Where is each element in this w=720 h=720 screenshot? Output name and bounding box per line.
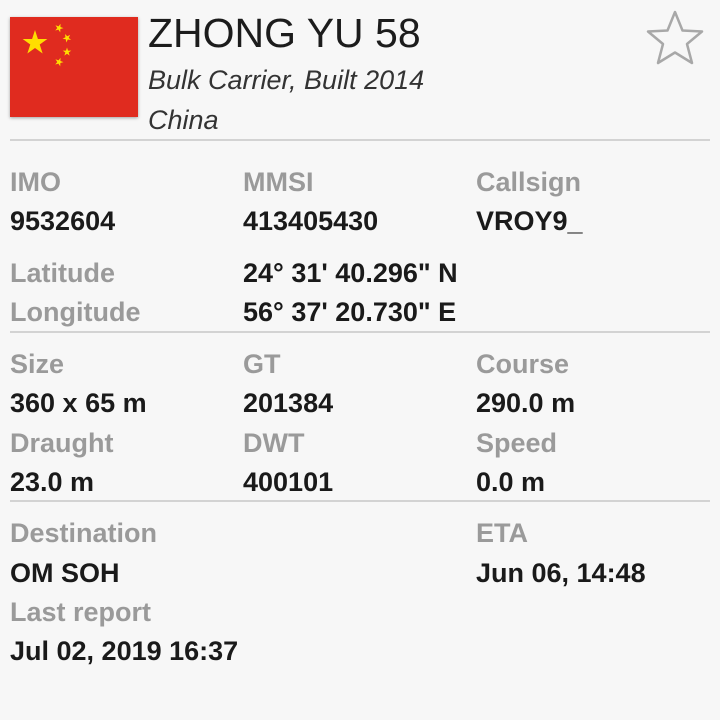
callsign-label: Callsign (476, 167, 582, 197)
imo-label: IMO (10, 167, 61, 197)
size-label: Size (10, 349, 65, 379)
divider (10, 331, 710, 333)
gt-value: 201384 (243, 388, 334, 418)
latitude-label: Latitude (10, 258, 115, 288)
divider (10, 139, 710, 141)
longitude-value: 56° 37' 20.730" E (243, 297, 457, 327)
course-value: 290.0 m (476, 388, 576, 418)
favorite-star-icon[interactable] (644, 8, 706, 70)
last-report-value: Jul 02, 2019 16:37 (10, 636, 239, 666)
latitude-value: 24° 31' 40.296" N (243, 258, 458, 288)
destination-value: OM SOH (10, 558, 120, 588)
vessel-name: ZHONG YU 58 (148, 10, 421, 56)
last-report-label: Last report (10, 597, 152, 627)
longitude-label: Longitude (10, 297, 141, 327)
eta-label: ETA (476, 518, 528, 548)
mmsi-label: MMSI (243, 167, 314, 197)
gt-label: GT (243, 349, 281, 379)
china-flag-icon (10, 17, 138, 117)
callsign-value: VROY9_ (476, 206, 583, 236)
vessel-country: China (148, 105, 219, 135)
dwt-label: DWT (243, 428, 305, 458)
course-label: Course (476, 349, 570, 379)
mmsi-value: 413405430 (243, 206, 379, 236)
draught-label: Draught (10, 428, 114, 458)
divider (10, 500, 710, 502)
dwt-value: 400101 (243, 467, 334, 497)
vessel-type-built: Bulk Carrier, Built 2014 (148, 65, 425, 95)
speed-label: Speed (476, 428, 558, 458)
speed-value: 0.0 m (476, 467, 546, 497)
draught-value: 23.0 m (10, 467, 95, 497)
size-value: 360 x 65 m (10, 388, 147, 418)
imo-value: 9532604 (10, 206, 116, 236)
eta-value: Jun 06, 14:48 (476, 558, 646, 588)
destination-label: Destination (10, 518, 158, 548)
